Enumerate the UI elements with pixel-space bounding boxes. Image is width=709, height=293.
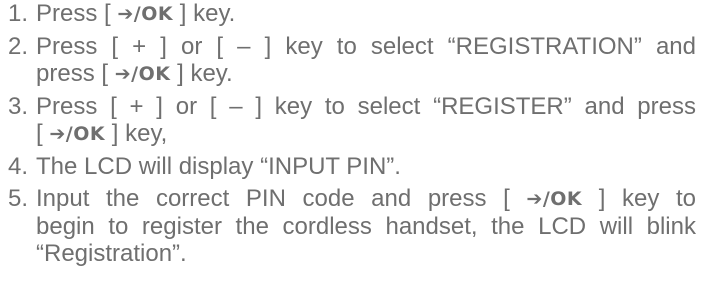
- step-3: 3. Press [ + ] or [ – ] key to select “R…: [0, 93, 709, 148]
- ok-key-symbol: ➔/OK: [115, 61, 171, 88]
- step-number: 5.: [8, 185, 29, 212]
- step-2: 2. Press [ + ] or [ – ] key to select “R…: [0, 33, 709, 88]
- ok-key-symbol: ➔/OK: [49, 121, 105, 148]
- step-number: 1.: [8, 0, 29, 27]
- step-5: 5. Input the correct PIN code and press …: [0, 185, 709, 267]
- step-number: 4.: [8, 153, 29, 180]
- step-text-line: begin to register the cordless handset, …: [36, 213, 696, 240]
- enter-arrow-icon: ➔: [526, 188, 543, 210]
- ok-key-symbol: ➔/OK: [526, 186, 582, 213]
- step-4: 4. The LCD will display “INPUT PIN”.: [0, 153, 709, 180]
- instruction-document: 1. Press [ ➔/OK ] key. 2. Press [ + ] or…: [0, 0, 709, 293]
- step-text-line: Press [ + ] or [ – ] key to select “REGI…: [36, 93, 696, 120]
- step-text-line: Press [ + ] or [ – ] key to select “REGI…: [36, 33, 696, 60]
- step-text-line: press [ ➔/OK ] key.: [36, 60, 233, 88]
- step-text-line: Input the correct PIN code and press [ ➔…: [36, 185, 696, 213]
- step-text-line: “Registration”.: [36, 240, 187, 267]
- step-number: 2.: [8, 33, 29, 60]
- step-text-line: Press [ ➔/OK ] key.: [36, 0, 236, 28]
- ok-key-symbol: ➔/OK: [117, 1, 173, 28]
- registration-steps-list: 1. Press [ ➔/OK ] key. 2. Press [ + ] or…: [0, 0, 709, 272]
- step-text-line: The LCD will display “INPUT PIN”.: [36, 153, 401, 180]
- enter-arrow-icon: ➔: [114, 63, 132, 85]
- step-number: 3.: [8, 93, 29, 120]
- enter-arrow-icon: ➔: [117, 3, 134, 25]
- step-1: 1. Press [ ➔/OK ] key.: [0, 0, 709, 28]
- enter-arrow-icon: ➔: [49, 123, 66, 145]
- step-text-line: [ ➔/OK ] key,: [36, 120, 168, 148]
